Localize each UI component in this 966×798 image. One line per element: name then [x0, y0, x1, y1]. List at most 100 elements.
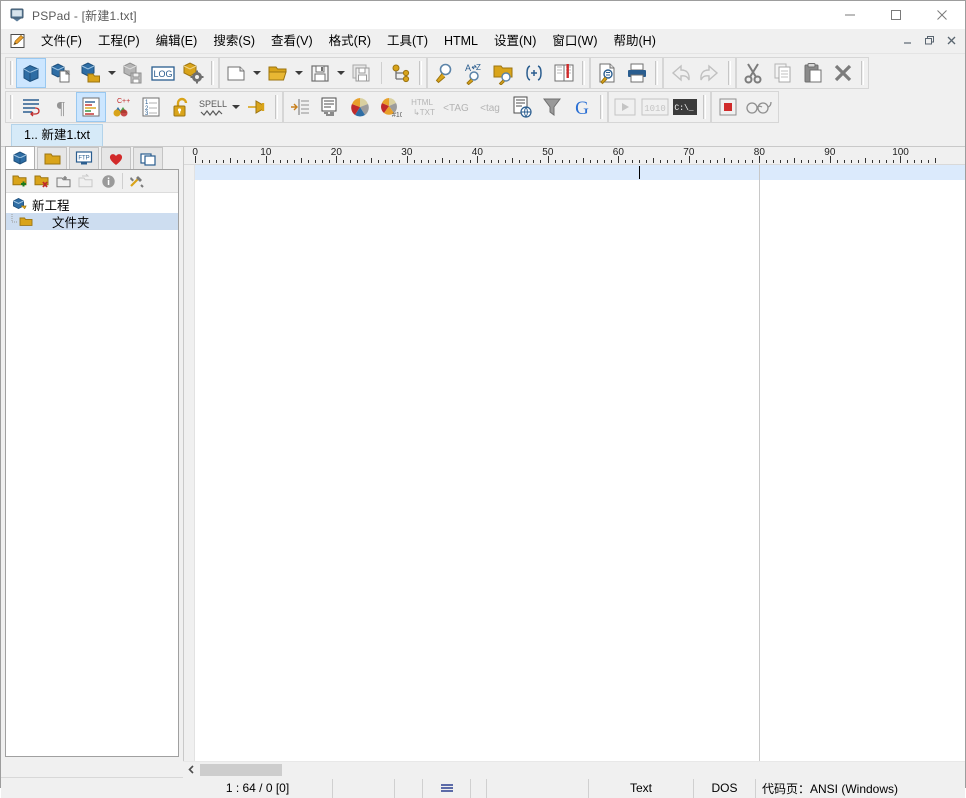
- add-folder-button[interactable]: [9, 171, 31, 191]
- move-folder-button[interactable]: [75, 171, 97, 191]
- toolbar-grip[interactable]: [653, 60, 660, 86]
- line-numbers-button[interactable]: 1 2 3: [136, 92, 166, 122]
- menu-item-search[interactable]: 搜索(S): [205, 31, 263, 51]
- spell-check-button[interactable]: SPELL: [196, 92, 230, 122]
- run-button[interactable]: [610, 92, 640, 122]
- mdi-minimize-button[interactable]: [897, 31, 917, 49]
- paste-button[interactable]: [798, 58, 828, 88]
- syntax-highlight-button[interactable]: [76, 92, 106, 122]
- new-file-dropdown[interactable]: [251, 58, 263, 88]
- toolbar-grip[interactable]: [8, 60, 15, 86]
- mdi-restore-button[interactable]: [919, 31, 939, 49]
- horizontal-scrollbar[interactable]: [183, 761, 965, 778]
- menu-item-file[interactable]: 文件(F): [33, 31, 90, 51]
- document-tab[interactable]: 1.. 新建1.txt: [11, 124, 103, 146]
- tag-upper-button[interactable]: <TAG: [439, 92, 473, 122]
- console-button[interactable]: C:\_: [670, 92, 700, 122]
- open-file-button[interactable]: [263, 58, 293, 88]
- minimize-button[interactable]: [827, 1, 873, 29]
- mdi-close-button[interactable]: [941, 31, 961, 49]
- save-all-button[interactable]: [347, 58, 377, 88]
- tab-file-explorer[interactable]: [37, 147, 67, 169]
- menu-item-window[interactable]: 窗口(W): [544, 31, 605, 51]
- toolbar-grip[interactable]: [209, 60, 216, 86]
- indent-button[interactable]: [285, 92, 315, 122]
- menu-item-tools[interactable]: 工具(T): [379, 31, 436, 51]
- tab-project[interactable]: [5, 146, 35, 169]
- new-folder-button[interactable]: [53, 171, 75, 191]
- stop-button[interactable]: [713, 92, 743, 122]
- color-palette-button[interactable]: [345, 92, 375, 122]
- menu-item-view[interactable]: 查看(V): [263, 31, 321, 51]
- menu-item-help[interactable]: 帮助(H): [606, 31, 664, 51]
- tab-windows[interactable]: [133, 147, 163, 169]
- status-line-ending[interactable]: DOS: [694, 779, 756, 798]
- menu-item-html[interactable]: HTML: [436, 31, 486, 51]
- menu-item-edit[interactable]: 编辑(E): [148, 31, 206, 51]
- toolbar-grip[interactable]: [580, 60, 587, 86]
- menu-item-project[interactable]: 工程(P): [90, 31, 148, 51]
- maximize-button[interactable]: [873, 1, 919, 29]
- project-log-button[interactable]: LOG: [148, 58, 178, 88]
- status-file-type[interactable]: Text: [589, 779, 694, 798]
- tab-ftp[interactable]: FTP: [69, 147, 99, 169]
- save-file-button[interactable]: [305, 58, 335, 88]
- open-file-dropdown[interactable]: [293, 58, 305, 88]
- open-project-dropdown[interactable]: [106, 58, 118, 88]
- color-chart-button[interactable]: #10: [375, 92, 405, 122]
- toolbar-grip[interactable]: [417, 60, 424, 86]
- scroll-left-arrow[interactable]: [183, 762, 199, 777]
- find-button[interactable]: [429, 58, 459, 88]
- show-special-chars-button[interactable]: ¶: [46, 92, 76, 122]
- tab-favorites[interactable]: [101, 147, 131, 169]
- web-preview-button[interactable]: [507, 92, 537, 122]
- replace-button[interactable]: A Z: [459, 58, 489, 88]
- toolbar-grip[interactable]: [859, 60, 866, 86]
- new-project-from-file-button[interactable]: [46, 58, 76, 88]
- toolbar-grip[interactable]: [726, 60, 733, 86]
- project-info-button[interactable]: [97, 171, 119, 191]
- toolbar-grip[interactable]: [701, 94, 708, 120]
- find-in-files-button[interactable]: [489, 58, 519, 88]
- menu-item-settings[interactable]: 设置(N): [486, 31, 544, 51]
- editor-text-area[interactable]: [184, 165, 965, 761]
- delete-button[interactable]: [828, 58, 858, 88]
- goto-button[interactable]: [519, 58, 549, 88]
- project-settings-button[interactable]: [178, 58, 208, 88]
- preview-glasses-button[interactable]: [743, 92, 777, 122]
- menu-item-format[interactable]: 格式(R): [321, 31, 379, 51]
- open-project-button[interactable]: [76, 58, 106, 88]
- copy-button[interactable]: [768, 58, 798, 88]
- status-insert-mode-icon[interactable]: [423, 779, 471, 798]
- status-codepage[interactable]: 代码页：ANSI (Windows): [756, 779, 965, 798]
- print-preview-button[interactable]: [592, 58, 622, 88]
- save-file-dropdown[interactable]: [335, 58, 347, 88]
- toolbar-grip[interactable]: [598, 94, 605, 120]
- close-button[interactable]: [919, 1, 965, 29]
- pin-button[interactable]: [242, 92, 272, 122]
- tag-lower-button[interactable]: <tag: [473, 92, 507, 122]
- google-search-button[interactable]: G: [567, 92, 597, 122]
- horizontal-scroll-thumb[interactable]: [200, 764, 282, 776]
- undo-button[interactable]: [665, 58, 695, 88]
- spell-check-dropdown[interactable]: [230, 92, 242, 122]
- new-project-button[interactable]: [16, 58, 46, 88]
- format-document-button[interactable]: [315, 92, 345, 122]
- tree-node-project-root[interactable]: 新工程: [6, 196, 178, 213]
- code-explorer-button[interactable]: C++: [106, 92, 136, 122]
- cut-button[interactable]: [738, 58, 768, 88]
- filter-button[interactable]: [537, 92, 567, 122]
- tree-node-folder[interactable]: 文件夹: [6, 213, 178, 230]
- toolbar-grip[interactable]: [8, 94, 15, 120]
- read-only-button[interactable]: [166, 92, 196, 122]
- print-button[interactable]: [622, 58, 652, 88]
- bookmark-button[interactable]: [549, 58, 579, 88]
- hex-view-button[interactable]: 1010: [640, 92, 670, 122]
- new-file-button[interactable]: [221, 58, 251, 88]
- remove-folder-button[interactable]: [31, 171, 53, 191]
- word-wrap-button[interactable]: [16, 92, 46, 122]
- redo-button[interactable]: [695, 58, 725, 88]
- save-project-button[interactable]: [118, 58, 148, 88]
- html-to-text-button[interactable]: HTML ↳TXT: [405, 92, 439, 122]
- toolbar-grip[interactable]: [273, 94, 280, 120]
